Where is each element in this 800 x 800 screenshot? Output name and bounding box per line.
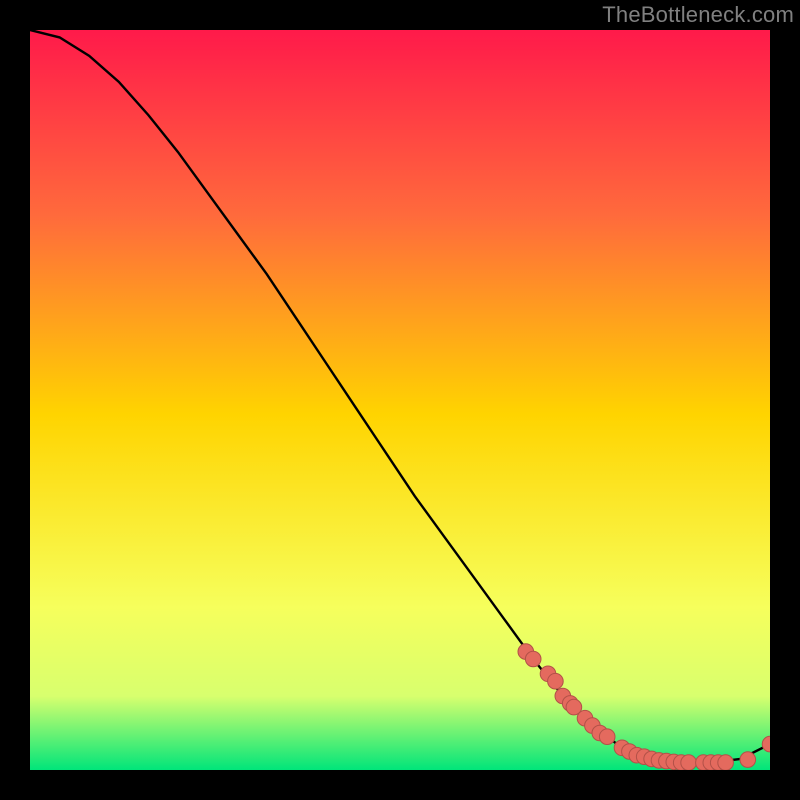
data-point: [599, 729, 615, 745]
bottleneck-plot: [30, 30, 770, 770]
data-point: [681, 755, 697, 770]
data-point: [718, 755, 734, 770]
plot-svg: [30, 30, 770, 770]
data-point: [740, 752, 756, 768]
chart-frame: TheBottleneck.com: [0, 0, 800, 800]
data-point: [525, 651, 541, 667]
data-point: [548, 673, 564, 689]
watermark-label: TheBottleneck.com: [602, 2, 794, 28]
gradient-background: [30, 30, 770, 770]
